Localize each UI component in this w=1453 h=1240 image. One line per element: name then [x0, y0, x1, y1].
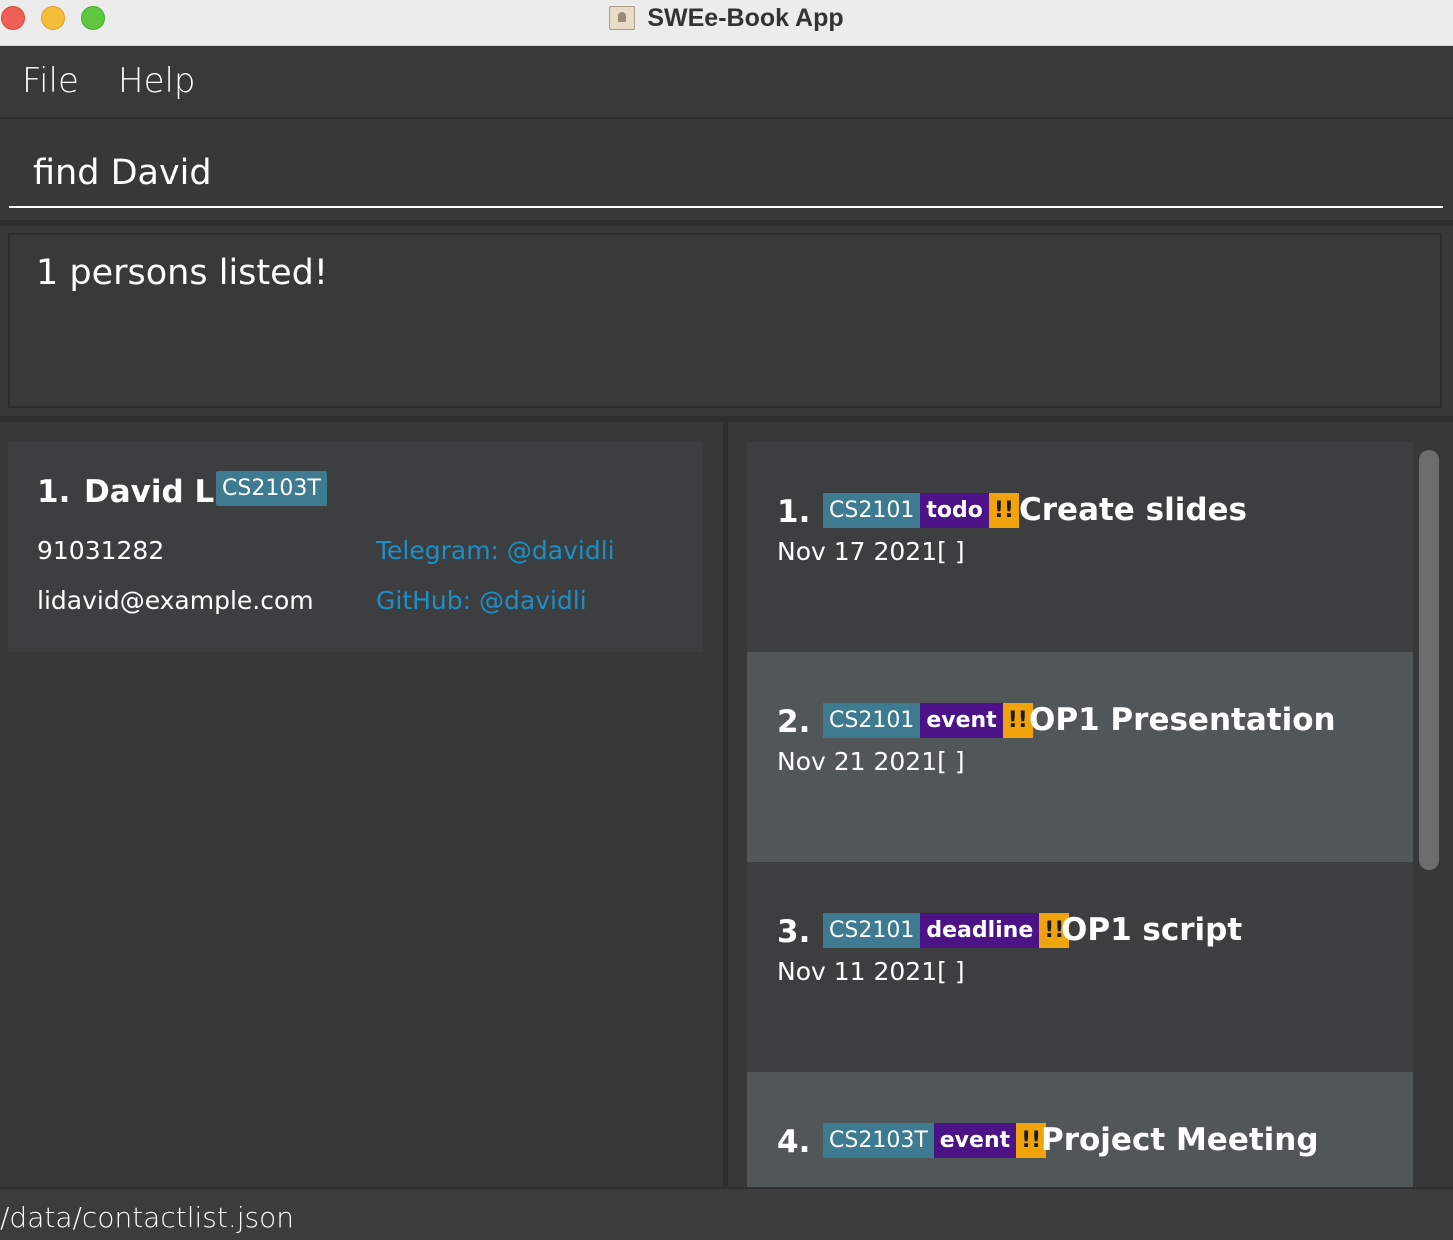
task-type-tag: event [920, 703, 1003, 738]
task-index: 2. [777, 704, 811, 740]
task-module-tag: CS2101 [823, 913, 921, 948]
person-name: David Li [84, 474, 225, 510]
task-module-tag: CS2103T [823, 1123, 934, 1158]
task-index: 1. [777, 494, 811, 530]
person-list-panel[interactable]: 1. David Li CS2103T 91031282 lidavid@exa… [0, 422, 724, 1187]
result-display[interactable]: 1 persons listed! [8, 233, 1442, 408]
command-box [0, 120, 1453, 220]
data-file-path: /data/contactlist.json [0, 1201, 294, 1234]
task-list-panel[interactable]: 1. CS2101 todo !! Create slides Nov 17 2… [728, 422, 1453, 1187]
result-message: 1 persons listed! [36, 253, 328, 293]
person-card[interactable]: 1. David Li CS2103T 91031282 lidavid@exa… [8, 442, 703, 652]
person-index: 1. [37, 474, 71, 510]
task-card[interactable]: 4. CS2103T event !! Project Meeting [747, 1072, 1413, 1187]
menu-file[interactable]: File [22, 61, 79, 101]
github-link[interactable]: GitHub: @davidli [376, 586, 587, 615]
task-card[interactable]: 1. CS2101 todo !! Create slides Nov 17 2… [747, 442, 1413, 652]
scrollbar-thumb[interactable] [1419, 450, 1439, 870]
window-title: SWEe-Book App [647, 3, 844, 32]
task-type-tag: event [933, 1123, 1017, 1158]
person-phone: 91031282 [37, 536, 165, 565]
task-title: Create slides [1019, 492, 1247, 528]
menu-help[interactable]: Help [118, 61, 196, 101]
task-index: 4. [777, 1124, 811, 1160]
task-tags: CS2101 todo !! [823, 493, 1019, 528]
task-priority-tag: !! [988, 493, 1019, 528]
task-title: OP1 Presentation [1029, 702, 1336, 738]
menu-bar: File Help [0, 47, 1453, 119]
task-tags: CS2101 deadline !! [823, 913, 1070, 948]
task-module-tag: CS2101 [823, 703, 921, 738]
task-title: OP1 script [1061, 912, 1243, 948]
task-card[interactable]: 3. CS2101 deadline !! OP1 script Nov 11 … [747, 862, 1413, 1072]
command-input[interactable] [9, 140, 1443, 208]
person-email: lidavid@example.com [37, 586, 314, 615]
task-date: Nov 17 2021[ ] [777, 537, 965, 566]
window-title-group: SWEe-Book App [0, 0, 1453, 36]
task-index: 3. [777, 914, 811, 950]
person-module-tag: CS2103T [216, 471, 327, 506]
task-type-tag: todo [920, 493, 989, 528]
app-icon [609, 6, 636, 30]
task-date: Nov 21 2021[ ] [777, 747, 965, 776]
task-type-tag: deadline [920, 913, 1040, 948]
task-module-tag: CS2101 [823, 493, 921, 528]
task-card[interactable]: 2. CS2101 event !! OP1 Presentation Nov … [747, 652, 1413, 862]
task-date: Nov 11 2021[ ] [777, 957, 965, 986]
task-tags: CS2103T event !! [823, 1123, 1047, 1158]
task-title: Project Meeting [1041, 1122, 1319, 1158]
status-bar: /data/contactlist.json [0, 1187, 1453, 1240]
task-tags: CS2101 event !! [823, 703, 1033, 738]
divider [0, 220, 1453, 226]
window-title-bar: SWEe-Book App [0, 0, 1453, 46]
telegram-link[interactable]: Telegram: @davidli [376, 536, 615, 565]
